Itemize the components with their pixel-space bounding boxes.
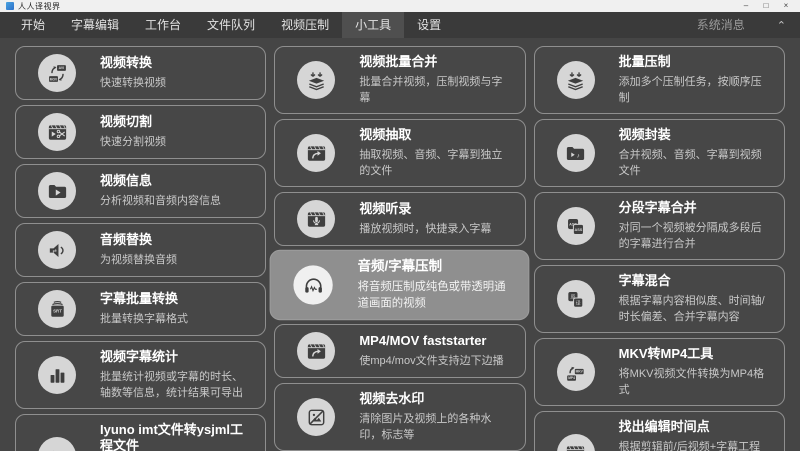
card-title: 视频批量合并 bbox=[359, 54, 508, 70]
card-subtitle-mix[interactable]: 字幕混合根据字幕内容相似度、时间轴/时长偏差、合并字幕内容 bbox=[534, 265, 785, 333]
card-video-transcribe[interactable]: 视频听录播放视频时，快捷录入字幕 bbox=[274, 192, 525, 246]
card-desc: 批量转换字幕格式 bbox=[100, 311, 188, 327]
card-video-watermark-remove[interactable]: 视频去水印清除图片及视频上的各种水印，标志等 bbox=[274, 383, 525, 451]
video-cut-icon bbox=[46, 121, 69, 144]
audio-replace-icon bbox=[46, 239, 69, 262]
menubar: 开始 字幕编辑 工作台 文件队列 视频压制 小工具 设置 系统消息 ⌃ bbox=[0, 12, 800, 38]
tools-column-1: 视频转换快速转换视频 视频切割快速分割视频 视频信息分析视频和音频内容信息 音频… bbox=[15, 46, 266, 451]
card-title: 音频替换 bbox=[100, 232, 177, 248]
video-convert-icon bbox=[46, 62, 69, 85]
card-audio-subtitle-encode[interactable]: 音频/字幕压制将音频压制成纯色或带透明通道画面的视频 bbox=[270, 250, 530, 320]
batch-encode-icon bbox=[564, 69, 587, 92]
card-video-convert[interactable]: 视频转换快速转换视频 bbox=[15, 46, 266, 100]
card-title: 视频转换 bbox=[100, 55, 166, 71]
card-title: 批量压制 bbox=[619, 54, 768, 70]
card-desc: 快速分割视频 bbox=[100, 134, 166, 150]
tools-column-2: 视频批量合并批量合并视频，压制视频与字幕 视频抽取抽取视频、音频、字幕到独立的文… bbox=[274, 46, 525, 451]
card-video-info[interactable]: 视频信息分析视频和音频内容信息 bbox=[15, 164, 266, 218]
card-title: 分段字幕合并 bbox=[619, 200, 768, 216]
menu-item-video-encode[interactable]: 视频压制 bbox=[268, 12, 342, 38]
card-segment-subtitle-merge[interactable]: 分段字幕合并对同一个视频被分隔成多段后的字幕进行合并 bbox=[534, 192, 785, 260]
card-iyuno-imt-convert[interactable]: Iyuno imt文件转ysjml工程文件将Iyuno imt文件转换为ysjm… bbox=[15, 414, 266, 451]
close-button[interactable]: × bbox=[776, 0, 796, 12]
menu-item-settings[interactable]: 设置 bbox=[404, 12, 454, 38]
card-desc: 抽取视频、音频、字幕到独立的文件 bbox=[359, 147, 508, 179]
card-title: 视频抽取 bbox=[359, 127, 508, 143]
card-title: 视频封装 bbox=[619, 127, 768, 143]
card-title: 找出编辑时间点 bbox=[619, 419, 768, 435]
segment-subtitle-merge-icon bbox=[564, 215, 587, 238]
card-video-subtitle-stats[interactable]: 视频字幕统计批量统计视频或字幕的时长、轴数等信息，统计结果可导出 bbox=[15, 341, 266, 409]
card-desc: 分析视频和音频内容信息 bbox=[100, 193, 221, 209]
card-desc: 合并视频、音频、字幕到视频文件 bbox=[619, 147, 768, 179]
iyuno-imt-icon bbox=[46, 445, 69, 451]
titlebar: 人人译视界 – □ × bbox=[0, 0, 800, 12]
card-desc: 为视频替换音频 bbox=[100, 252, 177, 268]
video-mux-icon bbox=[564, 142, 587, 165]
video-info-icon bbox=[46, 180, 69, 203]
card-desc: 根据剪辑前/后视频+字幕工程文件找出需要重新打轴的字幕，并高亮标记 bbox=[619, 439, 768, 451]
card-desc: 将MKV视频文件转换为MP4格式 bbox=[619, 366, 768, 398]
find-edit-points-icon bbox=[564, 442, 587, 451]
card-title: 音频/字幕压制 bbox=[358, 258, 513, 275]
card-desc: 批量合并视频，压制视频与字幕 bbox=[359, 74, 508, 106]
card-video-batch-merge[interactable]: 视频批量合并批量合并视频，压制视频与字幕 bbox=[274, 46, 525, 114]
card-title: 字幕混合 bbox=[619, 273, 768, 289]
video-watermark-remove-icon bbox=[305, 406, 328, 429]
card-video-cut[interactable]: 视频切割快速分割视频 bbox=[15, 105, 266, 159]
card-title: MP4/MOV faststarter bbox=[359, 333, 503, 349]
card-desc: 对同一个视频被分隔成多段后的字幕进行合并 bbox=[619, 220, 768, 252]
card-video-extract[interactable]: 视频抽取抽取视频、音频、字幕到独立的文件 bbox=[274, 119, 525, 187]
card-title: MKV转MP4工具 bbox=[619, 346, 768, 362]
card-subtitle-batch-convert[interactable]: 字幕批量转换批量转换字幕格式 bbox=[15, 282, 266, 336]
tools-column-3: 批量压制添加多个压制任务，按顺序压制 视频封装合并视频、音频、字幕到视频文件 分… bbox=[534, 46, 785, 451]
app-logo-icon bbox=[6, 2, 14, 10]
card-mp4-mov-faststarter[interactable]: MP4/MOV faststarter 使mp4/mov文件支持边下边播 bbox=[274, 324, 525, 378]
card-desc: 批量统计视频或字幕的时长、轴数等信息，统计结果可导出 bbox=[100, 369, 249, 401]
card-batch-encode[interactable]: 批量压制添加多个压制任务，按顺序压制 bbox=[534, 46, 785, 114]
card-title: 字幕批量转换 bbox=[100, 291, 188, 307]
card-desc: 使mp4/mov文件支持边下边播 bbox=[359, 353, 503, 369]
card-desc: 播放视频时，快捷录入字幕 bbox=[359, 221, 491, 237]
menu-item-workbench[interactable]: 工作台 bbox=[132, 12, 194, 38]
card-mkv-to-mp4[interactable]: MKV转MP4工具将MKV视频文件转换为MP4格式 bbox=[534, 338, 785, 406]
video-extract-icon bbox=[305, 142, 328, 165]
video-subtitle-stats-icon bbox=[46, 364, 69, 387]
window-controls: – □ × bbox=[736, 0, 796, 12]
card-title: 视频听录 bbox=[359, 201, 491, 217]
menubar-right: 系统消息 ⌃ bbox=[697, 12, 800, 38]
maximize-button[interactable]: □ bbox=[756, 0, 776, 12]
menu-item-start[interactable]: 开始 bbox=[8, 12, 58, 38]
card-title: 视频切割 bbox=[100, 114, 166, 130]
card-desc: 添加多个压制任务，按顺序压制 bbox=[619, 74, 768, 106]
card-video-mux[interactable]: 视频封装合并视频、音频、字幕到视频文件 bbox=[534, 119, 785, 187]
video-transcribe-icon bbox=[305, 208, 328, 231]
card-desc: 根据字幕内容相似度、时间轴/时长偏差、合并字幕内容 bbox=[619, 293, 768, 325]
subtitle-batch-convert-icon bbox=[46, 298, 69, 321]
video-batch-merge-icon bbox=[305, 69, 328, 92]
card-desc: 将音频压制成纯色或带透明通道画面的视频 bbox=[358, 279, 513, 312]
subtitle-mix-icon bbox=[564, 288, 587, 311]
card-desc: 快速转换视频 bbox=[100, 75, 166, 91]
mp4-mov-faststarter-icon bbox=[305, 340, 328, 363]
card-audio-replace[interactable]: 音频替换为视频替换音频 bbox=[15, 223, 266, 277]
minimize-button[interactable]: – bbox=[736, 0, 756, 12]
tools-grid: 视频转换快速转换视频 视频切割快速分割视频 视频信息分析视频和音频内容信息 音频… bbox=[0, 38, 800, 451]
card-desc: 清除图片及视频上的各种水印，标志等 bbox=[359, 411, 508, 443]
system-message-button[interactable]: 系统消息 bbox=[697, 12, 745, 38]
card-title: Iyuno imt文件转ysjml工程文件 bbox=[100, 422, 249, 451]
menu-item-tools[interactable]: 小工具 bbox=[342, 12, 404, 38]
card-find-edit-points[interactable]: 找出编辑时间点根据剪辑前/后视频+字幕工程文件找出需要重新打轴的字幕，并高亮标记 bbox=[534, 411, 785, 451]
audio-subtitle-encode-icon bbox=[301, 273, 325, 297]
menu-item-subtitle-edit[interactable]: 字幕编辑 bbox=[58, 12, 132, 38]
menu-item-file-queue[interactable]: 文件队列 bbox=[194, 12, 268, 38]
card-title: 视频去水印 bbox=[359, 391, 508, 407]
chevron-up-icon[interactable]: ⌃ bbox=[777, 19, 786, 32]
window-title: 人人译视界 bbox=[18, 1, 61, 12]
mkv-to-mp4-icon bbox=[564, 361, 587, 384]
card-title: 视频字幕统计 bbox=[100, 349, 249, 365]
card-title: 视频信息 bbox=[100, 173, 221, 189]
